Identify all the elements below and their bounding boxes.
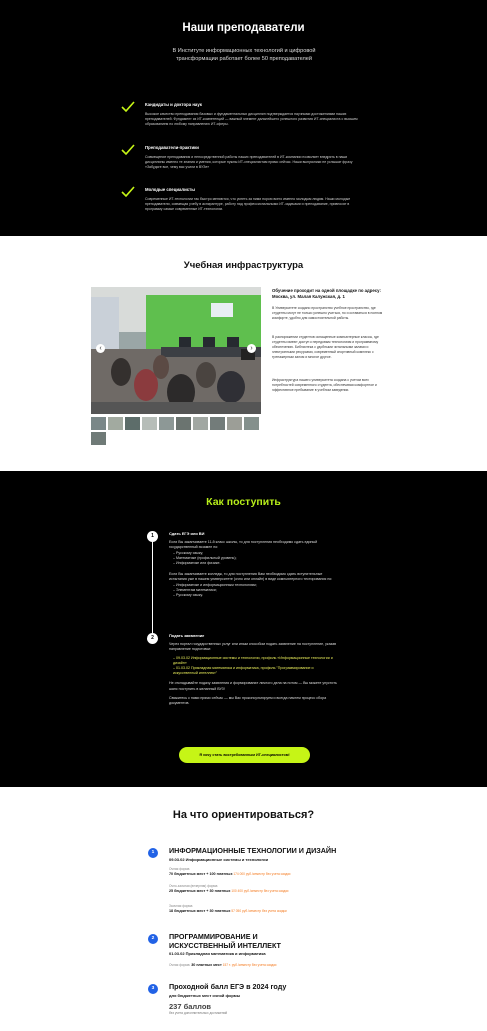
thumbnail[interactable]: [91, 417, 106, 430]
steps-divider: [152, 534, 153, 642]
program-number: 2: [148, 934, 158, 944]
program-row: Очная форма: 30 платных мест 157 т. руб.…: [169, 963, 276, 968]
program-number: 3: [148, 984, 158, 994]
row-price: 174 000 руб./семестр без учета скидки: [233, 871, 291, 876]
apply-cta-button[interactable]: Я хочу стать востребованным ИТ-специалис…: [179, 747, 310, 763]
infra-paragraph: В Университете создано пространство учеб…: [272, 306, 383, 320]
step-note: Не откладывайте подачу заявления и форми…: [169, 681, 337, 691]
apply-title: Как поступить: [206, 496, 281, 508]
thumbnail[interactable]: [176, 417, 191, 430]
teachers-section: Наши преподаватели В Институте информаци…: [0, 0, 487, 236]
step-text: Если Вы заканчиваете колледж, то для пос…: [169, 572, 333, 582]
feature-title: Молодые специалисты: [145, 187, 195, 192]
prev-arrow-button[interactable]: ‹: [96, 344, 105, 353]
apply-section: Как поступить 1 Сдать ЕГЭ или ВИ Если Вы…: [0, 471, 487, 787]
step-1: Сдать ЕГЭ или ВИ Если Вы заканчиваете 11…: [169, 531, 339, 598]
row-label: Очная форма:: [169, 963, 191, 967]
infra-title: Учебная инфраструктура: [183, 260, 304, 271]
program-number: 1: [148, 848, 158, 858]
thumbnail[interactable]: [159, 417, 174, 430]
check-icon: [121, 101, 135, 113]
teachers-title: Наши преподаватели: [182, 22, 305, 34]
exam-list: – Русскому языку; – Математике (профильн…: [169, 551, 339, 567]
row-price: 157 т. руб./семестр без учета скидки: [222, 963, 277, 967]
next-arrow-button[interactable]: ›: [247, 344, 256, 353]
score-value: 237 баллов: [169, 1001, 212, 1011]
score-note: без учета дополнительных достижений: [169, 1010, 228, 1015]
step-number: 2: [147, 633, 158, 644]
thumbnail[interactable]: [210, 417, 225, 430]
row-value: 25 бюджетных мест + 30 платных: [169, 888, 231, 893]
step-number: 1: [147, 531, 158, 542]
orient-title: На что ориентироваться?: [172, 809, 315, 821]
feature-text: Современные ИТ-технологии так быстро мен…: [145, 197, 351, 212]
feature-text: Совмещение преподавания и непосредственн…: [145, 155, 353, 170]
program-link[interactable]: – 01.03.02 Прикладная математика и инфор…: [169, 666, 339, 676]
program-row: Очная форма 70 бюджетных мест + 100 плат…: [169, 867, 290, 876]
step-note: Свяжитесь с нами прямо сейчас — мы Вас п…: [169, 695, 327, 706]
feature-title: Преподаватели-практики: [145, 145, 199, 150]
score-subtitle: для бюджетных мест очной формы: [169, 992, 241, 998]
row-price: 57 050 руб./семестр без учета скидки: [231, 908, 287, 913]
program-code: 09.03.02 Информационные системы и технол…: [169, 856, 269, 862]
row-value: 18 бюджетных мест + 30 платных: [169, 908, 231, 913]
step-2: Подать заявление Через портал государств…: [169, 633, 339, 706]
infra-paragraph: В распоряжении студентов оснащенные комп…: [272, 335, 379, 359]
thumbnail[interactable]: [193, 417, 208, 430]
page: Наши преподаватели В Институте информаци…: [0, 0, 487, 1031]
thumbnail[interactable]: [125, 417, 140, 430]
check-icon: [121, 186, 135, 198]
program-card: ПРОГРАММИРОВАНИЕ И ИСКУССТВЕННЫЙ ИНТЕЛЛЕ…: [169, 932, 299, 957]
list-item: – Русскому языку.: [173, 593, 203, 598]
classroom-image: [91, 287, 261, 414]
program-row: Очно-заочная (вечерняя) форма 25 бюджетн…: [169, 884, 288, 893]
feature-text: Высокое качество преподавания базовых и …: [145, 112, 358, 127]
infra-address: Обучение проходит на одной площадке по а…: [272, 288, 381, 299]
step-text: Если Вы заканчиваете 11-й класс школы, т…: [169, 540, 318, 550]
thumbnail[interactable]: [227, 417, 242, 430]
program-row: Заочная форма 18 бюджетных мест + 30 пла…: [169, 904, 287, 913]
infrastructure-section: Учебная инфраструктура ‹ › Обучение прох…: [0, 236, 487, 471]
feature-title: Кандидаты и доктора наук: [145, 102, 202, 107]
program-code: 01.03.02 Прикладная математика и информа…: [169, 951, 266, 957]
program-list: – 09.03.02 Информационные системы и техн…: [169, 656, 339, 677]
thumbnail[interactable]: [244, 417, 259, 430]
row-value: 30 платных мест: [191, 963, 222, 967]
passing-score-card: Проходной балл ЕГЭ в 2024 году для бюдже…: [169, 982, 379, 1015]
program-card: ИНФОРМАЦИОННЫЕ ТЕХНОЛОГИИ И ДИЗАЙН 09.03…: [169, 846, 379, 862]
score-title: Проходной балл ЕГЭ в 2024 году: [169, 982, 287, 991]
step-title: Сдать ЕГЭ или ВИ: [169, 531, 205, 536]
list-item: – Информатике или физике.: [173, 561, 221, 566]
infra-paragraph: Инфраструктура нашего университета созда…: [272, 378, 377, 392]
chevron-right-icon: ›: [250, 345, 253, 352]
thumbnail[interactable]: [108, 417, 123, 430]
classroom-photo: ‹ ›: [91, 287, 261, 414]
check-icon: [121, 144, 135, 156]
row-price: 100 400 руб./семестр без учета скидки: [231, 888, 289, 893]
row-value: 70 бюджетных мест + 100 платных: [169, 871, 233, 876]
orientation-section: На что ориентироваться? 1 ИНФОРМАЦИОННЫЕ…: [0, 787, 487, 1031]
step-title: Подать заявление: [169, 633, 205, 638]
program-title: ИНФОРМАЦИОННЫЕ ТЕХНОЛОГИИ И ДИЗАЙН: [169, 846, 337, 855]
program-link[interactable]: – 09.03.02 Информационные системы и техн…: [169, 656, 339, 666]
exam-list: – Информатике и информационным технологи…: [169, 583, 339, 599]
chevron-left-icon: ‹: [99, 345, 102, 352]
program-title: ПРОГРАММИРОВАНИЕ И ИСКУССТВЕННЫЙ ИНТЕЛЛЕ…: [169, 932, 281, 950]
thumbnail[interactable]: [91, 432, 106, 445]
step-text: Через портал государственных услуг или и…: [169, 642, 337, 652]
thumbnail[interactable]: [142, 417, 157, 430]
teachers-subtitle: В Институте информационных технологий и …: [172, 48, 316, 62]
